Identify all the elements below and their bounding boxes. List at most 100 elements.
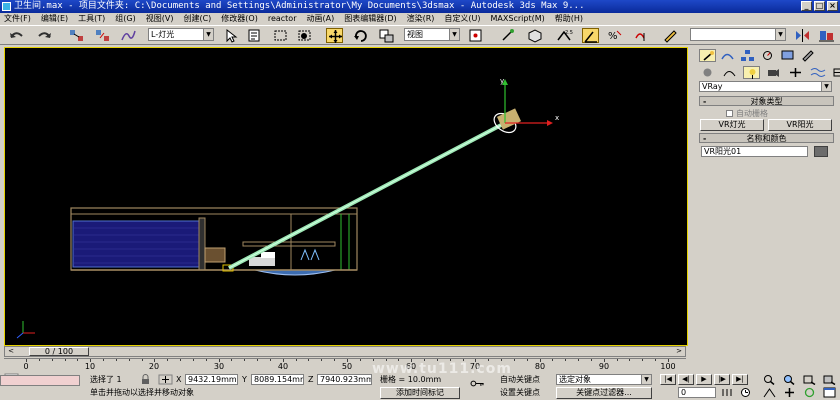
z-coordinate-input[interactable]: 7940.923mm <box>317 374 372 385</box>
systems-icon[interactable] <box>831 66 840 79</box>
menu-animation[interactable]: 动画(A) <box>306 13 334 25</box>
menu-edit[interactable]: 编辑(E) <box>41 13 68 25</box>
align-icon[interactable] <box>818 28 835 43</box>
menu-customize[interactable]: 自定义(U) <box>444 13 480 25</box>
zoom-all-icon[interactable] <box>782 374 797 386</box>
current-frame-input[interactable]: 0 <box>678 387 716 398</box>
time-slider[interactable]: < 0 / 100 > <box>4 346 686 357</box>
percent-snap-icon[interactable]: % <box>606 28 623 43</box>
shapes-icon[interactable] <box>721 66 738 79</box>
select-and-manipulate-icon[interactable] <box>500 28 517 43</box>
viewport-canvas[interactable]: y x <box>5 48 688 346</box>
vr-light-button[interactable]: VR灯光 <box>700 119 764 131</box>
light-category-dropdown[interactable]: VRay ▼ <box>699 81 832 92</box>
play-icon[interactable]: ▶ <box>696 374 712 385</box>
pan-view-icon[interactable] <box>782 387 797 398</box>
menu-group[interactable]: 组(G) <box>115 13 135 25</box>
y-coordinate-input[interactable]: 8089.154mm <box>251 374 304 385</box>
absolute-mode-transform-icon[interactable] <box>158 374 173 385</box>
go-to-end-icon[interactable]: ▶| <box>732 374 748 385</box>
time-slider-prev-icon[interactable]: < <box>6 347 16 356</box>
menu-graph-editors[interactable]: 图表编辑器(D) <box>344 13 396 25</box>
object-type-rollout-header[interactable]: - 对象类型 <box>699 96 834 106</box>
perspective-viewport[interactable]: y x <box>4 47 688 346</box>
window-crossing-icon[interactable] <box>296 28 313 43</box>
vr-sun-button[interactable]: VR阳光 <box>768 119 832 131</box>
hierarchy-tab-icon[interactable] <box>739 49 756 62</box>
auto-key-button[interactable]: 自动关键点 <box>500 374 552 385</box>
key-filters-button[interactable]: 关键点过滤器... <box>556 387 652 399</box>
previous-frame-icon[interactable]: ◀| <box>678 374 694 385</box>
space-warps-icon[interactable] <box>809 66 826 79</box>
redo-icon[interactable] <box>36 28 53 43</box>
named-selection-sets-dropdown[interactable]: ▼ <box>690 28 786 41</box>
undo-icon[interactable] <box>8 28 25 43</box>
modify-tab-icon[interactable] <box>719 49 736 62</box>
maximize-button[interactable]: □ <box>814 1 825 11</box>
auto-grid-checkbox[interactable]: 自动栅格 <box>726 108 768 119</box>
select-object-icon[interactable] <box>222 28 239 43</box>
pivot-center-icon[interactable] <box>468 28 485 43</box>
zoom-extents-all-icon[interactable] <box>822 374 837 386</box>
geometry-icon[interactable] <box>699 66 716 79</box>
snaps-toggle-icon[interactable]: 2.5 <box>556 28 573 43</box>
time-slider-next-icon[interactable]: > <box>674 347 684 356</box>
bind-to-spacewarp-icon[interactable] <box>120 28 137 43</box>
select-by-name-icon[interactable] <box>246 28 263 43</box>
key-selection-dropdown[interactable]: 选定对象 ▼ <box>556 374 652 385</box>
display-tab-icon[interactable] <box>779 49 796 62</box>
menu-file[interactable]: 文件(F) <box>4 13 31 25</box>
x-coordinate-input[interactable]: 9432.19mm <box>185 374 238 385</box>
lights-icon[interactable] <box>743 66 760 79</box>
keyboard-shortcut-override-icon[interactable] <box>526 28 543 43</box>
title-bar[interactable]: 卫生间.max - 项目文件夹: C:\Documents and Settin… <box>0 0 840 13</box>
field-of-view-icon[interactable] <box>762 387 777 398</box>
select-and-rotate-icon[interactable] <box>352 28 369 43</box>
next-frame-icon[interactable]: |▶ <box>714 374 730 385</box>
reference-coordinate-dropdown[interactable]: 视图 ▼ <box>404 28 460 41</box>
select-and-move-icon[interactable] <box>326 28 343 43</box>
create-tab-icon[interactable] <box>699 49 716 62</box>
maximize-viewport-icon[interactable] <box>822 387 837 398</box>
menu-rendering[interactable]: 渲染(R) <box>407 13 435 25</box>
utilities-tab-icon[interactable] <box>799 49 816 62</box>
menu-reactor[interactable]: reactor <box>268 13 297 25</box>
mirror-icon[interactable] <box>794 28 811 43</box>
unlink-selection-icon[interactable] <box>94 28 111 43</box>
maxscript-mini-listener[interactable] <box>0 375 80 386</box>
select-and-scale-icon[interactable] <box>378 28 395 43</box>
select-and-link-icon[interactable] <box>68 28 85 43</box>
edit-named-selection-icon[interactable] <box>662 28 679 43</box>
cameras-icon[interactable] <box>765 66 782 79</box>
spinner-snap-icon[interactable] <box>632 28 649 43</box>
menu-views[interactable]: 视图(V) <box>146 13 174 25</box>
time-slider-thumb[interactable]: 0 / 100 <box>29 347 89 356</box>
lock-selection-icon[interactable] <box>138 374 153 385</box>
menu-tools[interactable]: 工具(T) <box>78 13 105 25</box>
angle-snap-toggle-icon[interactable] <box>582 28 599 43</box>
close-button[interactable]: × <box>827 1 838 11</box>
menu-modifiers[interactable]: 修改器(O) <box>221 13 258 25</box>
minimize-button[interactable]: _ <box>801 1 812 11</box>
arc-rotate-icon[interactable] <box>802 387 817 398</box>
zoom-extents-icon[interactable] <box>802 374 817 386</box>
object-color-swatch[interactable] <box>814 146 828 157</box>
menu-maxscript[interactable]: MAXScript(M) <box>491 13 545 25</box>
track-bar[interactable]: 0 10 20 30 40 50 60 70 80 90 100 <box>4 358 686 372</box>
set-key-mode-icon[interactable] <box>470 378 492 389</box>
motion-tab-icon[interactable] <box>759 49 776 62</box>
helpers-icon[interactable] <box>787 66 804 79</box>
rectangular-selection-region-icon[interactable] <box>272 28 289 43</box>
time-configuration-icon[interactable] <box>738 387 753 398</box>
key-mode-toggle-icon[interactable] <box>720 387 735 398</box>
name-and-color-rollout-header[interactable]: - 名称和颜色 <box>699 133 834 143</box>
vray-sun-gizmo[interactable]: y x <box>491 77 560 136</box>
menu-create[interactable]: 创建(C) <box>183 13 211 25</box>
set-key-button[interactable]: 设置关键点 <box>500 387 552 398</box>
go-to-start-icon[interactable]: |◀ <box>660 374 676 385</box>
zoom-icon[interactable] <box>762 374 777 386</box>
object-name-field[interactable]: VR阳光01 <box>701 146 808 157</box>
menu-help[interactable]: 帮助(H) <box>555 13 583 25</box>
add-time-tag-button[interactable]: 添加时间标记 <box>380 387 460 399</box>
selection-filter-dropdown[interactable]: L-灯光 ▼ <box>148 28 214 41</box>
